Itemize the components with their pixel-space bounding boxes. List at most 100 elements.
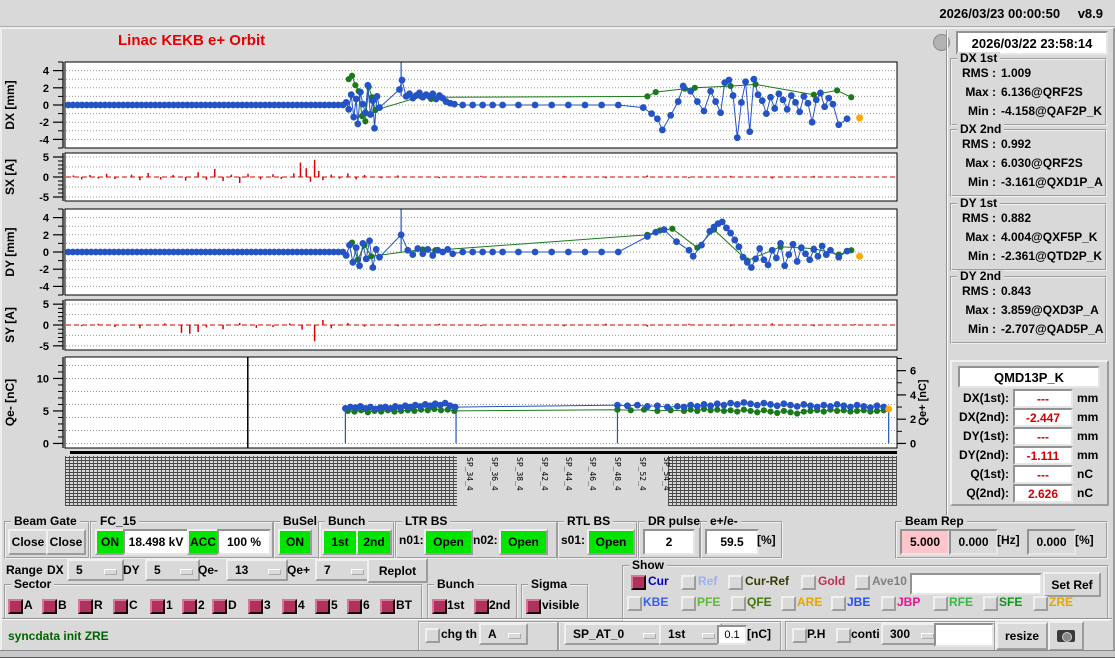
ref-name-input[interactable] (910, 573, 1042, 595)
ltr-n01-open-button[interactable]: Open (424, 529, 473, 555)
replot-button[interactable]: Replot (367, 558, 428, 583)
bpm-row-value: -2.447 (1013, 408, 1073, 427)
sector-checkbox-A[interactable] (8, 599, 23, 614)
bunch-1st-button[interactable]: 1st (322, 529, 358, 555)
svg-text:0: 0 (43, 320, 49, 332)
ltr-n02-open-button[interactable]: Open (499, 529, 548, 555)
svg-text:-5: -5 (39, 192, 49, 204)
svg-text:4: 4 (910, 390, 917, 402)
fc15-on-button[interactable]: ON (95, 529, 125, 555)
conti-checkbox[interactable] (836, 628, 851, 643)
sector-label-R: R (94, 598, 103, 612)
sector-checkbox-BT[interactable] (380, 599, 395, 614)
stat-line: Min : -4.158@QAF2P_K (968, 104, 1103, 118)
show-checkbox-cur[interactable] (631, 575, 646, 590)
status-message: syncdata init ZRE (8, 629, 109, 643)
sigma-title: Sigma (528, 578, 571, 591)
sector-checkbox-3[interactable] (248, 599, 263, 614)
show-checkbox-jbp[interactable] (881, 596, 896, 611)
show-checkbox-cur-ref[interactable] (728, 575, 743, 590)
range-dx-dropdown[interactable]: 5 (67, 559, 124, 581)
show-checkbox-qfe[interactable] (731, 596, 746, 611)
chg-th-checkbox[interactable] (425, 628, 440, 643)
sector-checkbox-4[interactable] (282, 599, 297, 614)
fc15-title: FC_15 (97, 515, 140, 528)
range-dy-dropdown[interactable]: 5 (145, 559, 200, 581)
threshold-sector-dropdown[interactable]: A (479, 623, 528, 645)
show-checkbox-sfe[interactable] (983, 596, 998, 611)
bpm-name-field[interactable]: QMD13P_K (958, 366, 1100, 388)
sigma-visible-label: visible (542, 598, 580, 612)
screenshot-camera-button[interactable] (1048, 621, 1084, 651)
fc15-voltage-field[interactable]: 18.498 kV (123, 529, 189, 555)
show-label-pfe: PFE (697, 595, 721, 609)
show-checkbox-zre[interactable] (1033, 596, 1048, 611)
beam-rep-pct-field: 0.000 (1027, 529, 1076, 555)
bpm-row-value: -1.111 (1013, 446, 1073, 465)
bpm-name-label: SP_38_4 (515, 457, 524, 491)
show-checkbox-jbe[interactable] (831, 596, 846, 611)
beam-gate-close-1-button[interactable]: Close (8, 529, 48, 555)
e-ratio-field[interactable]: 59.5 (705, 529, 759, 555)
navg-dropdown[interactable]: 300 (881, 623, 941, 645)
show-checkbox-kbe[interactable] (627, 596, 642, 611)
bpm-row-label: DX(1st): (962, 391, 1009, 405)
bottom-blank-field[interactable] (934, 623, 994, 647)
sector-checkbox-5[interactable] (315, 599, 330, 614)
show-checkbox-ref[interactable] (681, 575, 696, 590)
ph-checkbox[interactable] (792, 628, 807, 643)
svg-text:10: 10 (37, 373, 49, 385)
sp-device-dropdown[interactable]: SP_AT_0 (564, 623, 663, 645)
busel-on-button[interactable]: ON (278, 529, 312, 555)
sector-label-6: 6 (363, 598, 370, 612)
bunch-checkbox-2nd[interactable] (474, 599, 489, 614)
ltr-bs-title: LTR BS (402, 515, 451, 528)
fc15-acc-button[interactable]: ACC (187, 529, 219, 555)
sector-checkbox-C[interactable] (113, 599, 128, 614)
range-qep-dropdown[interactable]: 7 (315, 559, 371, 581)
show-label-gold: Gold (818, 574, 846, 588)
threshold-value-field[interactable]: 0.1 (717, 625, 747, 645)
panel-divider (946, 30, 948, 515)
show-label-cur-ref: Cur-Ref (745, 574, 789, 588)
sector-checkbox-2[interactable] (182, 599, 197, 614)
show-title: Show (629, 559, 667, 572)
show-checkbox-are[interactable] (781, 596, 796, 611)
beam-rep-set-field[interactable]: 5.000 (900, 529, 950, 555)
sector-title: Sector (11, 578, 55, 591)
set-ref-button[interactable]: Set Ref (1043, 572, 1101, 597)
beam-gate-close-2-button[interactable]: Close (46, 529, 86, 555)
sigma-visible-checkbox[interactable] (526, 599, 541, 614)
dr-pulse-field[interactable]: 2 (643, 529, 695, 555)
range-qem-dropdown[interactable]: 13 (226, 559, 288, 581)
show-checkbox-ave10[interactable] (855, 575, 870, 590)
svg-text:SY [A]: SY [A] (3, 307, 17, 343)
bpm-row-value: --- (1013, 427, 1073, 446)
sector-checkbox-D[interactable] (212, 599, 227, 614)
bpm-name-label: SP_36_4 (490, 457, 499, 491)
show-checkbox-rfe[interactable] (933, 596, 948, 611)
fc15-duty-field[interactable]: 100 % (217, 529, 271, 555)
bunch-label-1st: 1st (447, 598, 465, 612)
sp-bunch-dropdown[interactable]: 1st (659, 623, 722, 645)
bunch-select-title: Bunch (434, 578, 478, 591)
resize-button[interactable]: resize (996, 622, 1048, 650)
ph-label: P.H (807, 627, 826, 641)
show-checkbox-pfe[interactable] (681, 596, 696, 611)
rtl-s01-label: s01: (561, 533, 586, 547)
sector-label-1: 1 (166, 598, 173, 612)
bunch-checkbox-1st[interactable] (432, 599, 447, 614)
show-checkbox-gold[interactable] (801, 575, 816, 590)
rtl-s01-open-button[interactable]: Open (587, 529, 635, 555)
bunch-2nd-button[interactable]: 2nd (356, 529, 392, 555)
sector-label-2: 2 (198, 598, 205, 612)
sector-checkbox-1[interactable] (150, 599, 165, 614)
sector-checkbox-6[interactable] (347, 599, 362, 614)
stat-box-dx-2nd: DX 2nd RMS :0.992 Max :6.030@QRF2S Min : -3.… (950, 123, 1107, 197)
svg-text:4: 4 (43, 213, 50, 225)
sector-checkbox-B[interactable] (42, 599, 57, 614)
sector-checkbox-R[interactable] (78, 599, 93, 614)
threshold-unit-label: [nC] (747, 627, 771, 641)
bpm-row-label: DY(2nd): (959, 448, 1009, 462)
bpm-name-label: SP_54_4 (662, 457, 671, 491)
